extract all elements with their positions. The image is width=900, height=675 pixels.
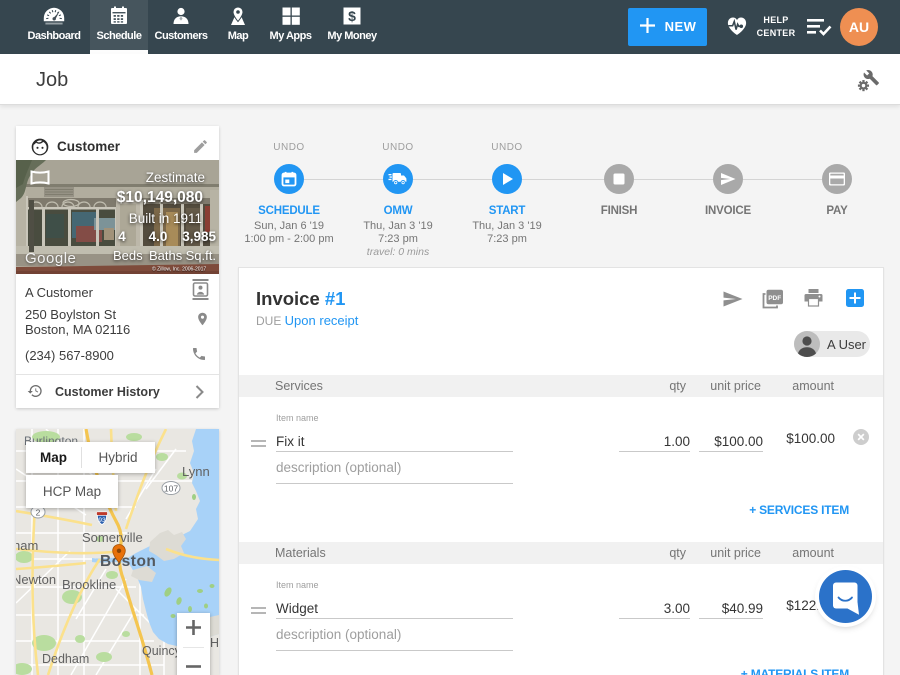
svg-text:$: $ [348, 8, 356, 24]
svg-text:ham: ham [16, 538, 38, 553]
svg-text:Dedham: Dedham [42, 652, 89, 666]
svg-text:Quincy: Quincy [142, 644, 182, 658]
svg-text:Newton: Newton [16, 572, 56, 587]
svg-text:PDF: PDF [768, 295, 781, 302]
svg-text:Somerville: Somerville [82, 530, 143, 545]
svg-text:107: 107 [164, 484, 178, 494]
svg-text:2: 2 [36, 508, 41, 518]
svg-text:Boston: Boston [100, 553, 156, 570]
svg-text:93: 93 [98, 517, 106, 524]
svg-text:Brookline: Brookline [62, 577, 116, 592]
svg-text:Lynn: Lynn [182, 464, 210, 479]
svg-text:Hi: Hi [210, 636, 219, 650]
